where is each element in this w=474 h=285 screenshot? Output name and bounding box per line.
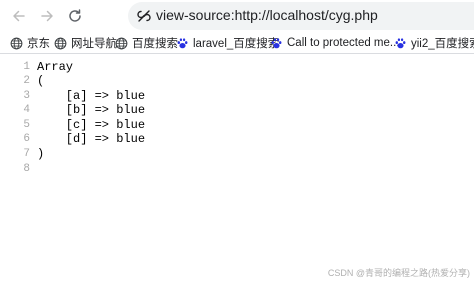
address-bar[interactable]: view-source:http://localhost/cyg.php — [128, 2, 474, 30]
line-text: ) — [37, 147, 45, 161]
url-text[interactable]: view-source:http://localhost/cyg.php — [156, 7, 378, 23]
back-arrow-icon — [13, 10, 25, 22]
page-source-view: 1 Array 2 ( 3 [a] => blue 4 [b] => blue … — [0, 58, 474, 238]
line-number: 3 — [23, 90, 30, 102]
bookmarks-bar: 京东 网址导航 百度搜索 laravel_百度搜索 Call to protec… — [0, 32, 474, 54]
baidu-paw-icon — [395, 37, 406, 48]
line-number: 2 — [23, 75, 30, 87]
forward-button[interactable] — [36, 5, 58, 27]
line-number: 4 — [23, 104, 30, 116]
bookmark-yii2-baidu[interactable]: yii2_百度搜索 — [394, 35, 474, 51]
line-number: 7 — [23, 148, 30, 160]
bookmark-jd[interactable]: 京东 — [10, 35, 50, 51]
globe-icon — [115, 37, 128, 49]
bookmark-wangzhi-daohang[interactable]: 网址导航 — [54, 35, 117, 51]
line-text: [b] => blue — [37, 103, 146, 117]
line-number: 8 — [23, 163, 30, 175]
bookmark-baidu-search[interactable]: 百度搜索 — [115, 35, 178, 51]
line-number: 1 — [23, 61, 30, 73]
site-info-icon[interactable] — [136, 8, 152, 24]
forward-arrow-icon — [41, 10, 53, 22]
baidu-paw-icon — [177, 37, 188, 48]
bookmark-call-to-protected[interactable]: Call to protected me... — [270, 35, 400, 51]
line-number: 5 — [23, 119, 30, 131]
reload-button[interactable] — [64, 5, 86, 27]
bookmark-laravel-baidu[interactable]: laravel_百度搜索 — [176, 35, 279, 51]
back-button[interactable] — [8, 5, 30, 27]
line-text: Array — [37, 60, 74, 74]
line-text: [a] => blue — [37, 89, 146, 103]
line-number: 6 — [23, 133, 30, 145]
globe-icon — [54, 37, 67, 49]
line-text: [d] => blue — [37, 132, 146, 146]
watermark: CSDN @青哥的编程之路(热爱分享) — [327, 268, 470, 278]
reload-icon — [69, 9, 81, 22]
line-text: ( — [37, 74, 45, 88]
line-text: [c] => blue — [37, 118, 146, 132]
browser-toolbar: view-source:http://localhost/cyg.php — [0, 0, 474, 32]
baidu-paw-icon — [271, 37, 282, 48]
globe-icon — [10, 37, 23, 49]
